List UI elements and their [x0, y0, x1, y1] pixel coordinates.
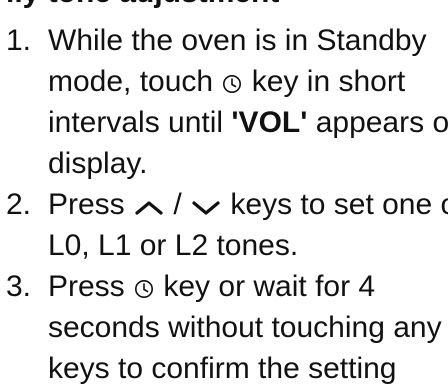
text: key or wait for 4: [155, 270, 376, 303]
step-number: 2.: [6, 188, 32, 221]
text: appears on: [315, 106, 448, 139]
cut-off-heading: ily tone adjustment: [0, 0, 448, 12]
clock-icon: [134, 279, 154, 299]
text: seconds without touching any: [48, 311, 442, 344]
step-number: 3.: [6, 270, 32, 303]
text: display.: [48, 147, 148, 180]
chevron-up-icon: [134, 199, 164, 217]
instruction-list: 1. While the oven is in Standby mode, to…: [0, 20, 448, 389]
text: /: [165, 188, 191, 221]
step-3-line-2: seconds without touching any: [48, 307, 448, 348]
vol-label: 'VOL': [231, 106, 308, 139]
chevron-down-icon: [191, 199, 221, 217]
clock-icon: [222, 74, 242, 94]
text: keys to confirm the setting: [48, 352, 397, 385]
text: key in short: [243, 65, 406, 98]
text: Press: [48, 270, 134, 303]
step-2-line-2: L0, L1 or L2 tones.: [48, 225, 448, 266]
step-1-line-1: While the oven is in Standby: [48, 20, 448, 61]
text: Press: [48, 188, 134, 221]
step-1-line-4: display.: [48, 143, 448, 184]
step-1-line-2: mode, touch key in short: [48, 61, 448, 102]
text: While the oven is in Standby: [48, 24, 427, 57]
text: intervals until: [48, 106, 232, 139]
step-2: 2. Press / keys to set one of L0, L1 or …: [0, 184, 448, 266]
step-number: 1.: [6, 24, 32, 57]
step-2-line-1: Press / keys to set one of: [48, 184, 448, 225]
text: mode, touch: [48, 65, 222, 98]
step-3-line-1: Press key or wait for 4: [48, 266, 448, 307]
text: L0, L1 or L2 tones.: [48, 229, 299, 262]
text: keys to set one of: [222, 188, 448, 221]
step-1-line-3: intervals until 'VOL' appears on: [48, 102, 448, 143]
heading-fragment: ily tone adjustment: [6, 0, 279, 8]
step-3: 3. Press key or wait for 4 seconds witho…: [0, 266, 448, 389]
step-3-line-3: keys to confirm the setting: [48, 348, 448, 389]
step-1: 1. While the oven is in Standby mode, to…: [0, 20, 448, 184]
